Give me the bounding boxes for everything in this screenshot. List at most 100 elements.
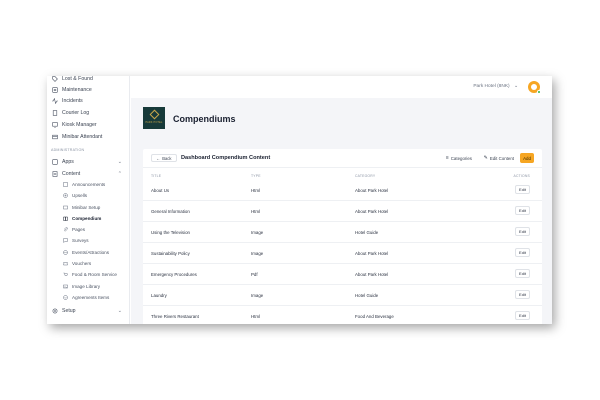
column-header-type[interactable]: TYPE bbox=[251, 174, 261, 178]
hotel-selector[interactable]: Park Hotel (8NK) ⌄ bbox=[473, 84, 518, 89]
sidebar-item-kiosk-manager[interactable]: Kiosk Manager bbox=[51, 121, 97, 129]
main-content: PARK HOTEL Compendiums ← Back Dashboard … bbox=[131, 98, 552, 324]
sidebar-item-image-library[interactable]: Image Library bbox=[63, 283, 100, 290]
sidebar-item-label: Pages bbox=[72, 227, 86, 232]
sidebar-item-surveys[interactable]: Surveys bbox=[63, 237, 89, 244]
gear-icon bbox=[51, 308, 58, 315]
card-header: ← Back Dashboard Compendium Content ≡ Ca… bbox=[143, 149, 542, 168]
file-icon bbox=[51, 171, 58, 178]
list-icon: ≡ bbox=[445, 155, 449, 161]
sidebar-item-incidents[interactable]: Incidents bbox=[51, 97, 83, 105]
user-icon bbox=[531, 84, 537, 90]
sidebar-item-label: Image Library bbox=[72, 284, 101, 289]
cell-category: Food And Beverage bbox=[355, 314, 394, 319]
globe-icon bbox=[63, 250, 68, 255]
cart-icon bbox=[63, 272, 68, 277]
sidebar-item-label: Incidents bbox=[62, 98, 83, 104]
top-bar: Park Hotel (8NK) ⌄ bbox=[131, 76, 552, 98]
table-row[interactable]: General Information Html About Park Hote… bbox=[143, 201, 542, 222]
edit-button[interactable]: Edit bbox=[515, 248, 530, 257]
table-row[interactable]: Sustainability Policy Image About Park H… bbox=[143, 243, 542, 264]
sidebar-item-label: Announcements bbox=[72, 182, 106, 187]
cell-category: Hotel Guide bbox=[355, 293, 379, 298]
cell-title: Three Rivers Restaurant bbox=[151, 314, 199, 319]
table-row[interactable]: Using the Television Image Hotel Guide E… bbox=[143, 222, 542, 243]
sidebar-item-setup[interactable]: Setup ⌄ bbox=[51, 307, 130, 315]
sidebar-item-announcements[interactable]: Announcements bbox=[63, 181, 105, 188]
sidebar-item-content[interactable]: Content ⌃ bbox=[51, 170, 130, 178]
cell-category: About Park Hotel bbox=[355, 209, 389, 214]
table-row[interactable]: Three Rivers Restaurant Html Food And Be… bbox=[143, 306, 542, 324]
sidebar-item-courier-log[interactable]: Courier Log bbox=[51, 109, 89, 117]
cell-category: About Park Hotel bbox=[355, 251, 389, 256]
edit-button[interactable]: Edit bbox=[515, 269, 530, 278]
sidebar-item-compendium[interactable]: Compendium bbox=[63, 215, 101, 222]
tool-icon bbox=[51, 87, 58, 94]
edit-button[interactable]: Edit bbox=[515, 206, 530, 215]
avatar[interactable] bbox=[528, 81, 541, 94]
sidebar-item-label: Apps bbox=[62, 159, 74, 165]
sidebar-item-food-room-service[interactable]: Food & Room Service bbox=[63, 271, 117, 278]
sidebar-item-label: Minibar Attendant bbox=[62, 134, 103, 140]
online-status-indicator bbox=[537, 90, 541, 94]
chevron-down-icon: ⌄ bbox=[117, 159, 122, 165]
clipboard-icon bbox=[51, 110, 58, 117]
table-row[interactable]: Emergency Procedures Pdf About Park Hote… bbox=[143, 264, 542, 285]
table-row[interactable]: Laundry Image Hotel Guide Edit bbox=[143, 285, 542, 306]
column-header-title[interactable]: TITLE bbox=[151, 174, 161, 178]
categories-button[interactable]: ≡ Categories bbox=[446, 155, 472, 161]
edit-button[interactable]: Edit bbox=[515, 185, 530, 194]
table-row[interactable]: About Us Html About Park Hotel Edit bbox=[143, 180, 542, 201]
edit-button[interactable]: Edit bbox=[515, 290, 530, 299]
sidebar-item-label: Lost & Found bbox=[62, 76, 93, 82]
cell-type: Html bbox=[251, 209, 261, 214]
card-title: Dashboard Compendium Content bbox=[181, 155, 271, 161]
sidebar-item-upsells[interactable]: Upsells bbox=[63, 192, 87, 199]
cell-type: Image bbox=[251, 293, 264, 298]
cell-title: General Information bbox=[151, 209, 190, 214]
sidebar-heading-administration: ADMINISTRATION bbox=[51, 148, 85, 152]
cell-type: Pdf bbox=[251, 272, 258, 277]
sidebar-item-apps[interactable]: Apps ⌄ bbox=[51, 158, 130, 166]
sidebar-item-label: Kiosk Manager bbox=[62, 122, 97, 128]
back-button[interactable]: ← Back bbox=[151, 154, 177, 162]
sidebar-item-label: Minibar Setup bbox=[72, 205, 101, 210]
sidebar-item-label: Upsells bbox=[72, 193, 88, 198]
sidebar-item-label: Agreements Items bbox=[72, 295, 110, 300]
sidebar-item-maintenance[interactable]: Maintenance bbox=[51, 86, 92, 94]
cell-title: Using the Television bbox=[151, 230, 190, 235]
sidebar-item-agreements-items[interactable]: Agreements Items bbox=[63, 294, 109, 301]
paperclip-icon bbox=[63, 227, 68, 232]
cell-category: Hotel Guide bbox=[355, 230, 379, 235]
box-icon bbox=[51, 134, 58, 141]
column-header-actions: ACTIONS bbox=[513, 174, 530, 178]
megaphone-icon bbox=[63, 182, 68, 187]
sidebar-item-minibar-attendant[interactable]: Minibar Attendant bbox=[51, 133, 102, 141]
sidebar-item-lost-found[interactable]: Lost & Found bbox=[51, 76, 93, 83]
logo-mark-icon bbox=[149, 109, 159, 119]
sidebar-item-vouchers[interactable]: Vouchers bbox=[63, 260, 91, 267]
hotel-logo: PARK HOTEL bbox=[143, 107, 165, 129]
sidebar-item-label: Food & Room Service bbox=[72, 272, 117, 277]
edit-content-button[interactable]: ✎ Edit Content bbox=[484, 155, 514, 161]
edit-button[interactable]: Edit bbox=[515, 227, 530, 236]
book-icon bbox=[63, 216, 68, 221]
cell-type: Image bbox=[251, 251, 264, 256]
app-window: Lost & Found Maintenance Incidents Couri… bbox=[47, 76, 552, 324]
chevron-up-icon: ⌃ bbox=[117, 171, 122, 177]
edit-button[interactable]: Edit bbox=[515, 311, 530, 320]
sidebar-item-label: Surveys bbox=[72, 238, 89, 243]
sidebar: Lost & Found Maintenance Incidents Couri… bbox=[47, 76, 130, 324]
sidebar-item-events-attractions[interactable]: Events/Attractions bbox=[63, 249, 109, 256]
cell-type: Image bbox=[251, 230, 264, 235]
grid-icon bbox=[51, 159, 58, 166]
sidebar-item-minibar-setup[interactable]: Minibar Setup bbox=[63, 204, 100, 211]
column-header-category[interactable]: CATEGORY bbox=[355, 174, 375, 178]
logo-text: PARK HOTEL bbox=[145, 120, 163, 124]
activity-icon bbox=[51, 98, 58, 105]
sidebar-item-pages[interactable]: Pages bbox=[63, 226, 85, 233]
sidebar-item-label: Vouchers bbox=[72, 261, 92, 266]
add-button[interactable]: Add bbox=[520, 153, 534, 163]
ticket-icon bbox=[63, 261, 68, 266]
cell-type: Html bbox=[251, 188, 261, 193]
